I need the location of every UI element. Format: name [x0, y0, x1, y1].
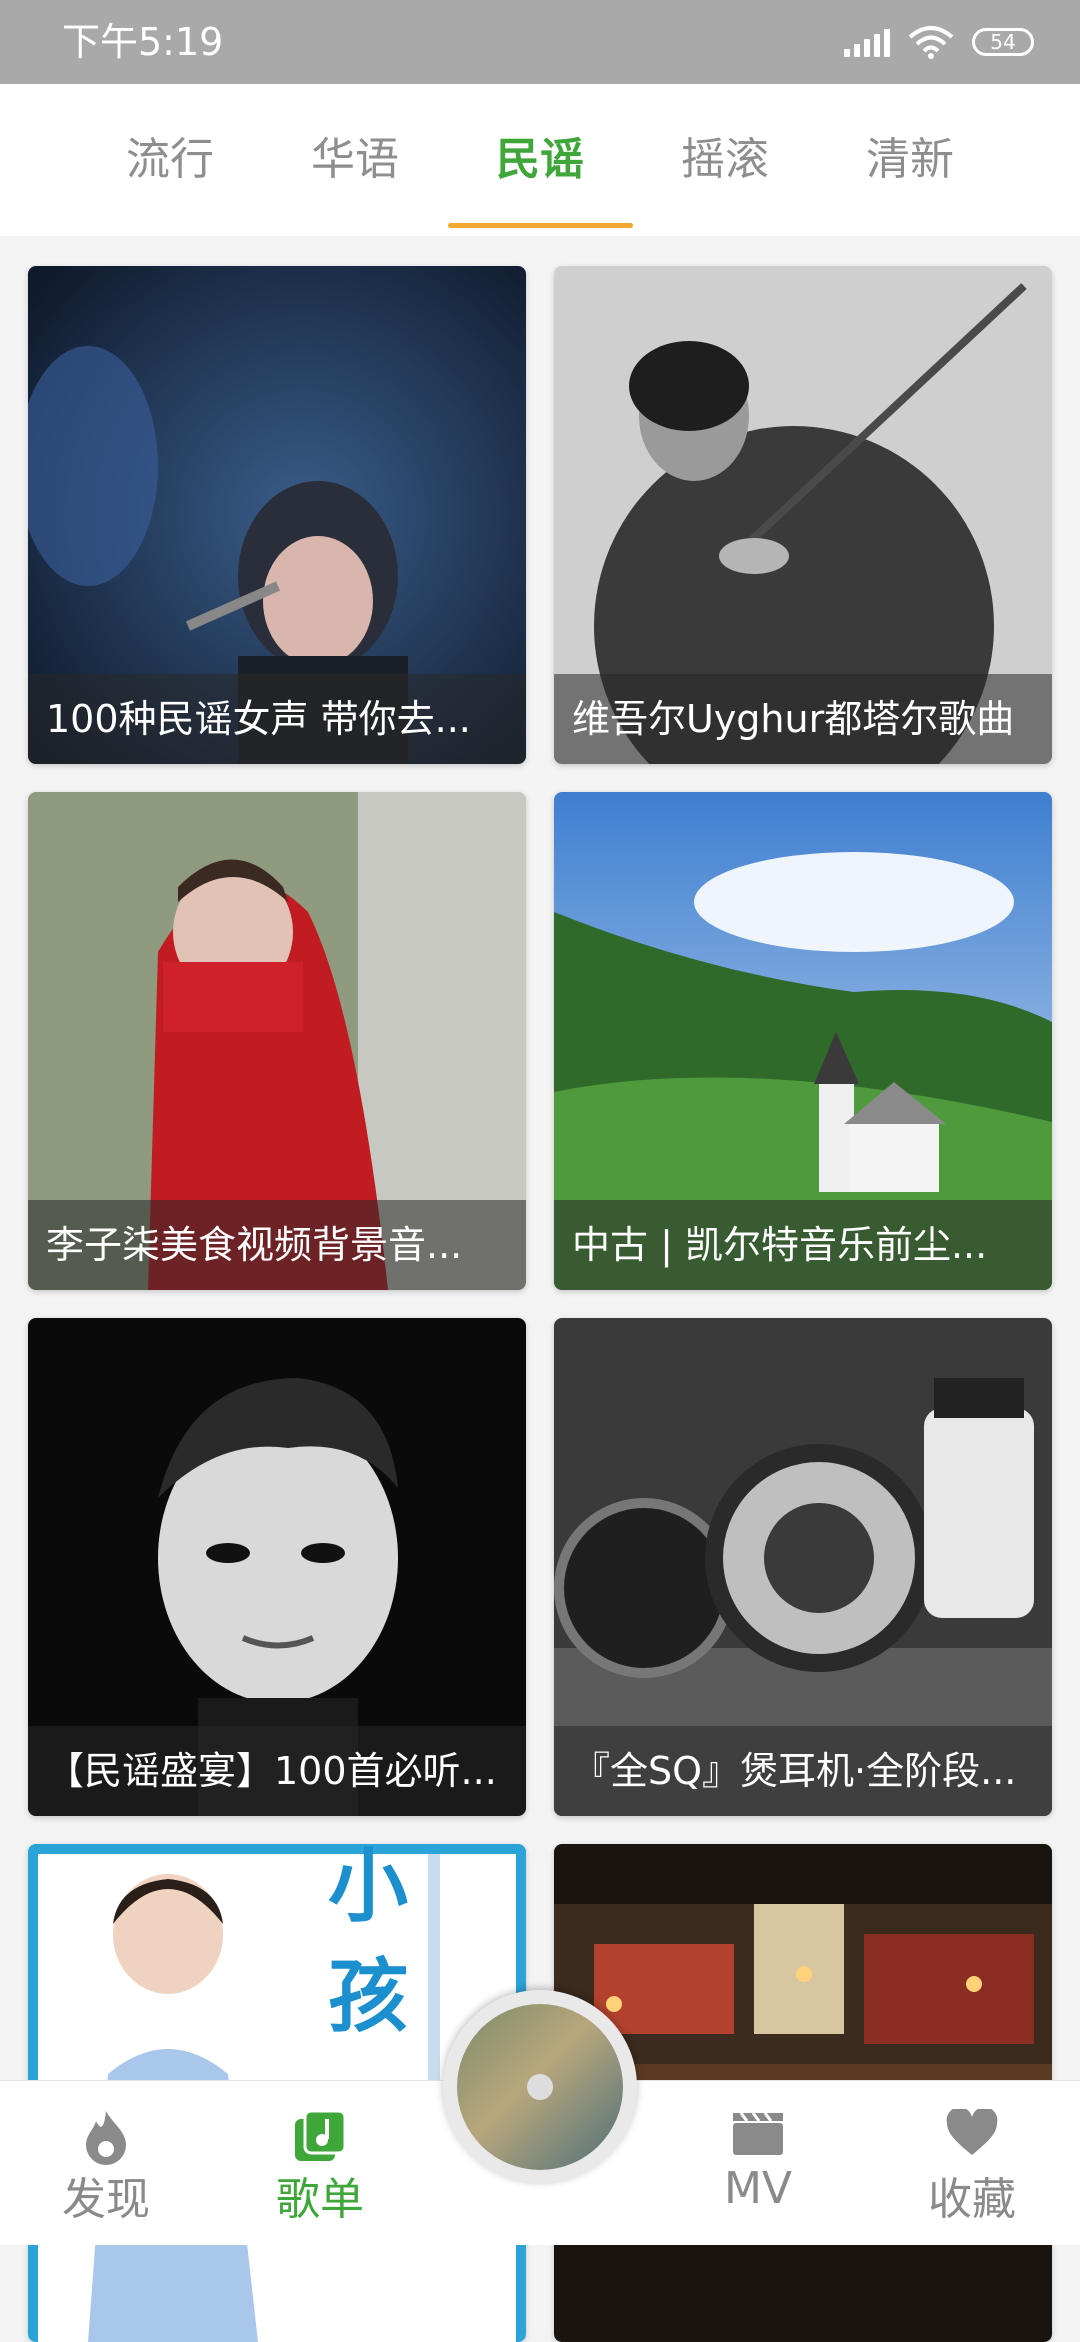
tab-pop[interactable]: 流行	[78, 84, 263, 236]
wifi-icon	[908, 26, 954, 59]
playlist-card[interactable]: 『全SQ』煲耳机·全阶段...	[554, 1318, 1052, 1816]
playlist-card[interactable]: 100种民谣女声 带你去...	[28, 266, 526, 764]
tab-mandarin[interactable]: 华语	[263, 84, 448, 236]
svg-text:小: 小	[328, 1844, 408, 1933]
status-time: 下午5:19	[62, 20, 224, 64]
playlist-card[interactable]: 李子柒美食视频背景音...	[28, 792, 526, 1290]
playlist-card[interactable]: 中古 | 凯尔特音乐前尘...	[554, 792, 1052, 1290]
nav-discover[interactable]: 发现	[6, 2081, 206, 2245]
playlist-title: 【民谣盛宴】100首必听...	[28, 1726, 526, 1816]
disc-hole	[527, 2074, 553, 2100]
playlist-title: 『全SQ』煲耳机·全阶段...	[554, 1726, 1052, 1816]
battery-level: 54	[990, 30, 1016, 54]
nav-label: 歌单	[276, 2174, 364, 2225]
playlist-title: 中古 | 凯尔特音乐前尘...	[554, 1200, 1052, 1290]
heart-icon	[946, 2109, 998, 2155]
nav-mv[interactable]: MV	[658, 2081, 858, 2245]
playlist-title: 维吾尔Uyghur都塔尔歌曲	[554, 674, 1052, 764]
svg-text:孩: 孩	[328, 1950, 408, 2043]
playlist-title: 100种民谣女声 带你去...	[28, 674, 526, 764]
tab-rock[interactable]: 摇滚	[633, 84, 818, 236]
status-bar: 下午5:19 54	[0, 0, 1080, 84]
playlist-card[interactable]: 维吾尔Uyghur都塔尔歌曲	[554, 266, 1052, 764]
flame-icon	[86, 2111, 126, 2165]
nav-label: 收藏	[928, 2174, 1016, 2225]
nav-favorites[interactable]: 收藏	[872, 2081, 1072, 2245]
music-note-icon	[295, 2109, 347, 2161]
signal-icon	[844, 27, 890, 57]
tab-folk[interactable]: 民谣	[447, 84, 633, 236]
nav-label: 发现	[62, 2174, 150, 2225]
clapper-icon	[733, 2112, 783, 2155]
playlist-title: 李子柒美食视频背景音...	[28, 1200, 526, 1290]
playlist-card[interactable]: 【民谣盛宴】100首必听...	[28, 1318, 526, 1816]
nav-label: MV	[723, 2163, 793, 2214]
now-playing-cover	[457, 2004, 623, 2170]
now-playing-disc[interactable]	[443, 1990, 637, 2184]
nav-playlists[interactable]: 歌单	[220, 2081, 420, 2245]
status-icons: 54	[844, 0, 1034, 84]
tab-fresh[interactable]: 清新	[818, 84, 1003, 236]
battery-icon: 54	[972, 28, 1034, 56]
category-tabs: 流行 华语 民谣 摇滚 清新	[0, 84, 1080, 236]
